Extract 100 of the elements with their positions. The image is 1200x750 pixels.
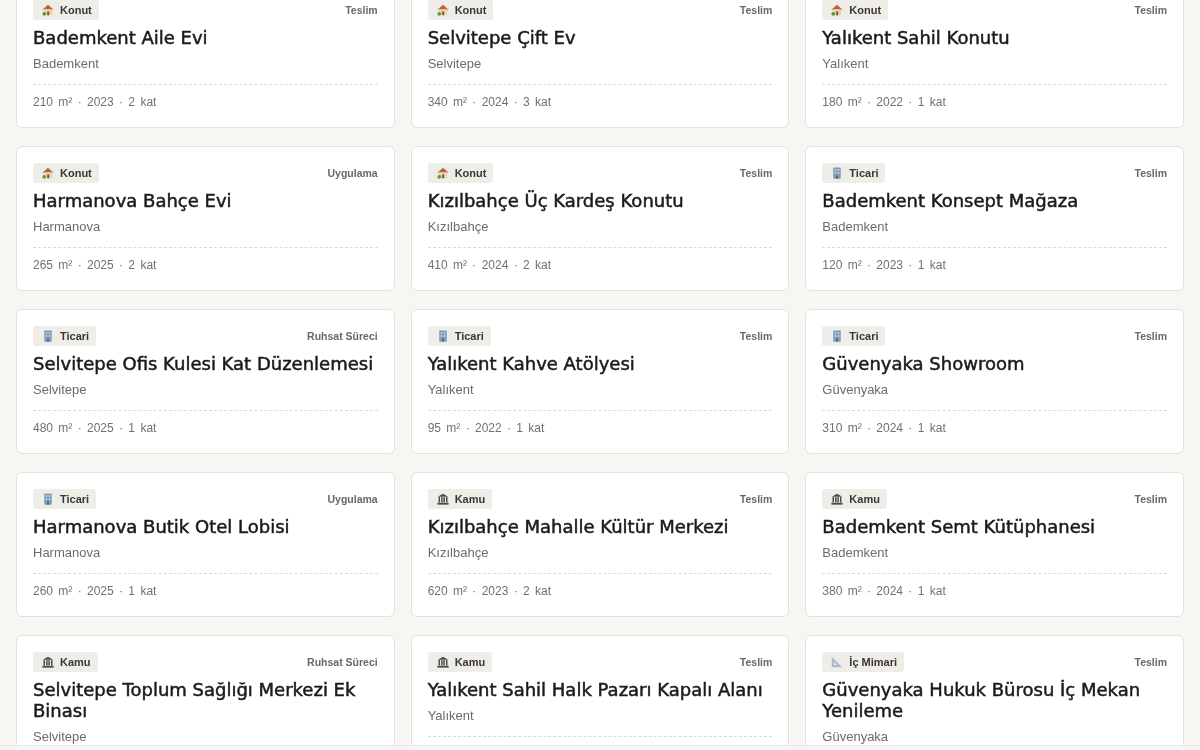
- status-label: Teslim: [739, 166, 773, 180]
- columned-building-icon: [436, 493, 449, 505]
- category-label: Kamu: [454, 655, 486, 670]
- project-card[interactable]: Konut Teslim Kızılbahçe Üç Kardeş Konutu Kızılbahçe 410 m² · 2024 · 2 kat: [410, 146, 790, 291]
- status-label: Teslim: [739, 492, 773, 506]
- project-location: Selvitepe: [33, 729, 88, 745]
- project-location: Bademkent: [822, 219, 890, 235]
- category-label: Konut: [60, 3, 92, 18]
- category-label: Ticari: [849, 329, 879, 344]
- project-details: 410 m² · 2024 · 2 kat: [427, 257, 553, 273]
- project-location: Kızılbahçe: [427, 219, 490, 235]
- project-title: Bademkent Semt Kütüphanesi: [822, 516, 1097, 537]
- project-location: Yalıkent: [427, 382, 475, 398]
- project-card[interactable]: Kamu Teslim Yalıkent Sahil Halk Pazarı Kapalı Alanı Yalıkent: [410, 635, 790, 745]
- project-card[interactable]: Ticari Ruhsat Süreci Selvitepe Ofis Kulesi Kat Düzenlemesi Selvitepe 480 m² · 2025 · 1 kat: [16, 309, 395, 454]
- project-title: Bademkent Konsept Mağaza: [822, 190, 1080, 211]
- project-details: 480 m² · 2025 · 1 kat: [33, 420, 158, 436]
- project-title: Güvenyaka Hukuk Bürosu İç Mekan Yenileme: [822, 679, 1142, 721]
- triangle-ruler-icon: [831, 656, 844, 668]
- status-label: Uygulama: [327, 166, 378, 180]
- project-title: Kızılbahçe Mahalle Kültür Merkezi: [427, 516, 730, 537]
- status-label: Teslim: [1134, 655, 1167, 669]
- category-label: Konut: [454, 3, 487, 18]
- status-label: Teslim: [739, 329, 773, 343]
- project-location: Harmanova: [33, 545, 102, 561]
- project-location: Güvenyaka: [822, 729, 890, 745]
- category-label: Konut: [454, 166, 487, 181]
- project-title: Selvitepe Toplum Sağlığı Merkezi Ek Binası: [33, 679, 357, 721]
- project-card[interactable]: Ticari Uygulama Harmanova Butik Otel Lobisi Harmanova 260 m² · 2025 · 1 kat: [16, 472, 395, 617]
- status-label: Ruhsat Süreci: [307, 329, 378, 343]
- project-title: Yalıkent Sahil Konutu: [822, 27, 1011, 48]
- project-location: Bademkent: [33, 56, 100, 72]
- category-label: Kamu: [454, 492, 486, 507]
- columned-building-icon: [42, 656, 54, 668]
- house-icon: [436, 167, 449, 179]
- project-location: Harmanova: [33, 219, 102, 235]
- project-title: Harmanova Butik Otel Lobisi: [33, 516, 291, 537]
- project-title: Bademkent Aile Evi: [33, 27, 209, 48]
- status-label: Teslim: [1134, 329, 1167, 343]
- project-location: Kızılbahçe: [427, 545, 490, 561]
- project-location: Selvitepe: [427, 56, 483, 72]
- project-title: Kızılbahçe Üç Kardeş Konutu: [427, 190, 685, 211]
- category-label: Konut: [60, 166, 92, 181]
- project-card[interactable]: Kamu Teslim Kızılbahçe Mahalle Kültür Merkezi Kızılbahçe 620 m² · 2023 · 2 kat: [410, 472, 790, 617]
- columned-building-icon: [436, 656, 449, 668]
- office-building-icon: [831, 167, 844, 179]
- status-label: Teslim: [345, 3, 378, 17]
- project-details: 180 m² · 2022 · 1 kat: [822, 94, 947, 110]
- project-card[interactable]: Ticari Teslim Yalıkent Kahve Atölyesi Yalıkent 95 m² · 2022 · 1 kat: [410, 309, 790, 454]
- project-card[interactable]: Konut Uygulama Harmanova Bahçe Evi Harmanova 265 m² · 2025 · 2 kat: [16, 146, 395, 291]
- project-location: Yalıkent: [822, 56, 870, 72]
- status-label: Teslim: [739, 3, 773, 17]
- project-title: Harmanova Bahçe Evi: [33, 190, 233, 211]
- project-card[interactable]: Konut Teslim Selvitepe Çift Ev Selvitepe 340 m² · 2024 · 3 kat: [410, 0, 790, 128]
- project-title: Selvitepe Çift Ev: [427, 27, 577, 48]
- house-icon: [42, 167, 54, 179]
- project-card[interactable]: Konut Teslim Bademkent Aile Evi Bademkent 210 m² · 2023 · 2 kat: [16, 0, 395, 128]
- category-label: Ticari: [60, 492, 90, 507]
- house-icon: [831, 4, 844, 16]
- project-details: 380 m² · 2024 · 1 kat: [822, 583, 947, 599]
- status-label: Teslim: [1134, 3, 1167, 17]
- office-building-icon: [831, 330, 844, 342]
- category-label: İç Mimari: [849, 655, 897, 670]
- project-details: 120 m² · 2023 · 1 kat: [822, 257, 947, 273]
- project-card[interactable]: Kamu Ruhsat Süreci Selvitepe Toplum Sağlığı Merkezi Ek Binası Selvitepe: [16, 635, 395, 745]
- project-location: Selvitepe: [33, 382, 88, 398]
- category-label: Kamu: [60, 655, 91, 670]
- project-title: Selvitepe Ofis Kulesi Kat Düzenlemesi: [33, 353, 375, 374]
- project-card[interactable]: Kamu Teslim Bademkent Semt Kütüphanesi Bademkent 380 m² · 2024 · 1 kat: [805, 472, 1184, 617]
- status-label: Teslim: [1134, 492, 1167, 506]
- status-label: Uygulama: [327, 492, 378, 506]
- status-label: Teslim: [739, 655, 773, 669]
- project-location: Yalıkent: [427, 708, 475, 724]
- project-location: Güvenyaka: [822, 382, 890, 398]
- office-building-icon: [42, 493, 54, 505]
- columned-building-icon: [831, 493, 844, 505]
- project-title: Yalıkent Sahil Halk Pazarı Kapalı Alanı: [427, 679, 764, 700]
- project-details: 310 m² · 2024 · 1 kat: [822, 420, 947, 436]
- project-card[interactable]: Konut Teslim Yalıkent Sahil Konutu Yalıkent 180 m² · 2022 · 1 kat: [805, 0, 1184, 128]
- office-building-icon: [436, 330, 449, 342]
- category-label: Ticari: [849, 166, 879, 181]
- project-details: 620 m² · 2023 · 2 kat: [427, 583, 553, 599]
- category-label: Ticari: [454, 329, 484, 344]
- project-details: 340 m² · 2024 · 3 kat: [427, 94, 553, 110]
- status-label: Ruhsat Süreci: [307, 655, 378, 669]
- category-label: Konut: [849, 3, 882, 18]
- project-details: 95 m² · 2022 · 1 kat: [427, 420, 546, 436]
- project-details: 260 m² · 2025 · 1 kat: [33, 583, 158, 599]
- office-building-icon: [42, 330, 54, 342]
- project-details: 265 m² · 2025 · 2 kat: [33, 257, 158, 273]
- category-label: Ticari: [60, 329, 90, 344]
- project-card[interactable]: Ticari Teslim Güvenyaka Showroom Güvenyaka 310 m² · 2024 · 1 kat: [805, 309, 1184, 454]
- house-icon: [42, 4, 54, 16]
- status-label: Teslim: [1134, 166, 1167, 180]
- project-card[interactable]: İç Mimari Teslim Güvenyaka Hukuk Bürosu İç Mekan Yenileme Güvenyaka: [805, 635, 1184, 745]
- project-title: Yalıkent Kahve Atölyesi: [427, 353, 636, 374]
- project-title: Güvenyaka Showroom: [822, 353, 1026, 374]
- house-icon: [436, 4, 449, 16]
- project-card[interactable]: Ticari Teslim Bademkent Konsept Mağaza Bademkent 120 m² · 2023 · 1 kat: [805, 146, 1184, 291]
- project-location: Bademkent: [822, 545, 890, 561]
